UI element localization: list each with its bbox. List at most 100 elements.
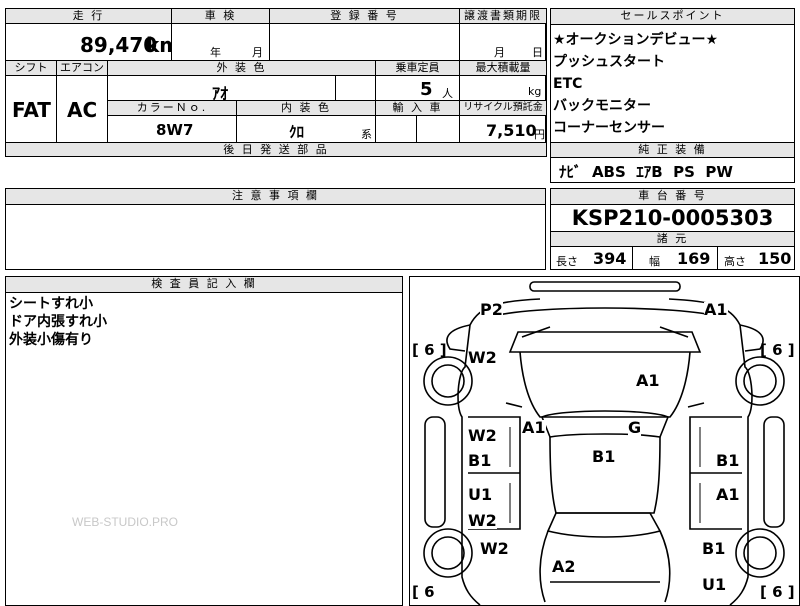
- tire-depth-left-rear: [ 6: [412, 583, 435, 601]
- sales-point-item: ETC: [553, 76, 583, 92]
- inspection-month-label: 月: [252, 46, 263, 59]
- notes-header: 注 意 事 項 欄: [6, 189, 545, 205]
- inspector-note: ドア内張すれ小: [9, 314, 107, 330]
- color-no-value: 8W7: [156, 121, 194, 139]
- exterior-color-cell: ｱｵ: [107, 75, 336, 101]
- sales-points-list: ★オークションデビュー★ プッシュスタート ETC バックモニター コーナーセン…: [553, 29, 718, 139]
- width-value: 169: [677, 249, 711, 268]
- import-cell-a: [375, 115, 417, 143]
- color-no-header: カラーＮｏ.: [107, 100, 237, 116]
- damage-mark-p2: P2: [480, 300, 503, 319]
- sales-point-item: コーナーセンサー: [553, 120, 665, 136]
- damage-mark-w2-left-rear-door: W2: [468, 511, 497, 530]
- damage-mark-u1-left-rear-door: U1: [468, 485, 493, 504]
- capacity-unit: 人: [442, 87, 453, 100]
- damage-mark-b1-roof: B1: [592, 447, 616, 466]
- exterior-color-value: ｱｵ: [212, 84, 229, 101]
- load-unit: kg: [528, 85, 542, 98]
- notes-panel: 注 意 事 項 欄: [5, 188, 546, 270]
- import-header: 輸 入 車: [375, 100, 460, 116]
- later-parts-header: 後 日 発 送 部 品: [5, 142, 547, 157]
- deadline-day-label: 日: [532, 46, 543, 59]
- color-no-cell: 8W7: [107, 115, 237, 143]
- interior-color-suffix: 系: [361, 128, 372, 141]
- tire-depth-right-front: [ 6 ]: [760, 341, 795, 359]
- shift-cell: FAT: [5, 75, 57, 143]
- recycle-unit: 円: [534, 128, 545, 141]
- damage-mark-a2-trunk: A2: [552, 557, 576, 576]
- height-label: 高さ: [724, 255, 746, 268]
- chassis-panel: 車 台 番 号 KSP210-0005303 諸 元 長さ 394 幅 169 …: [550, 188, 795, 270]
- aircon-header: エアコン: [56, 60, 108, 76]
- tire-depth-right-rear: [ 6 ]: [760, 583, 795, 601]
- deadline-month-label: 月: [494, 46, 505, 59]
- equipment-value: ﾅﾋﾞ ABS ｴｱB PS PW: [559, 163, 733, 181]
- damage-mark-w2-left-door: W2: [468, 426, 497, 445]
- transfer-deadline-cell: 月 日: [459, 23, 547, 61]
- equipment-header: 純 正 装 備: [551, 142, 794, 158]
- length-value: 394: [593, 249, 627, 268]
- interior-color-value: ｸﾛ: [289, 123, 305, 141]
- specs-length: 長さ 394: [551, 247, 633, 270]
- damage-mark-b1-right-door: B1: [716, 451, 740, 470]
- recycle-cell: 7,510 円: [459, 115, 547, 143]
- recycle-value: 7,510: [486, 121, 537, 140]
- capacity-cell: 5 人: [375, 75, 460, 101]
- inspector-note: シートすれ小: [9, 296, 93, 312]
- chassis-header: 車 台 番 号: [551, 189, 794, 205]
- inspector-panel: 検 査 員 記 入 欄 シートすれ小 ドア内張すれ小 外装小傷有り WEB-ST…: [5, 276, 403, 606]
- chassis-number: KSP210-0005303: [571, 206, 774, 230]
- max-load-cell: kg: [459, 75, 547, 101]
- width-label: 幅: [649, 255, 660, 268]
- shift-value: FAT: [12, 98, 51, 122]
- capacity-header: 乗車定員: [375, 60, 460, 76]
- exterior-color-header: 外 装 色: [107, 60, 376, 76]
- damage-mark-g-windshield: G: [628, 418, 642, 437]
- aircon-value: AC: [67, 98, 98, 122]
- inspection-cell: 年 月: [171, 23, 270, 61]
- aircon-cell: AC: [56, 75, 108, 143]
- damage-mark-b1-left-door: B1: [468, 451, 492, 470]
- interior-color-cell: ｸﾛ 系: [236, 115, 376, 143]
- inspector-notes: シートすれ小 ドア内張すれ小 外装小傷有り: [9, 295, 107, 349]
- height-value: 150: [758, 249, 792, 268]
- recycle-header: リサイクル預託金: [459, 100, 547, 116]
- damage-mark-w2-left-front: W2: [468, 348, 497, 367]
- interior-color-header: 内 装 色: [236, 100, 376, 116]
- inspection-year-label: 年: [210, 46, 221, 59]
- damage-mark-b1-right-rear-fender: B1: [702, 539, 726, 558]
- specs-height: 高さ 150: [718, 247, 794, 270]
- transfer-deadline-header: 譲渡書類期限: [459, 8, 547, 24]
- damage-mark-a1-right-rear-door: A1: [716, 485, 740, 504]
- inspection-header: 車 検: [171, 8, 270, 24]
- max-load-header: 最大積載量: [459, 60, 547, 76]
- damage-mark-a1-left-pillar: A1: [522, 418, 546, 437]
- capacity-value: 5: [420, 79, 433, 100]
- exterior-color-extra: [335, 75, 376, 101]
- vehicle-info-table: 走 行 車 検 登 録 番 号 譲渡書類期限 89,470 km 年 月 月 日…: [5, 8, 547, 157]
- inspector-header: 検 査 員 記 入 欄: [6, 277, 402, 293]
- specs-header: 諸 元: [551, 231, 794, 247]
- damage-mark-a1-front-bumper: A1: [704, 300, 728, 319]
- watermark: WEB-STUDIO.PRO: [72, 515, 179, 529]
- tire-depth-left-front: [ 6 ]: [412, 341, 447, 359]
- mileage-unit: km: [146, 33, 171, 57]
- damage-mark-u1-rear-bumper: U1: [702, 575, 727, 594]
- damage-mark-w2-left-rear-fender: W2: [480, 539, 509, 558]
- sales-points-panel: セールスポイント ★オークションデビュー★ プッシュスタート ETC バックモニ…: [550, 8, 795, 183]
- specs-width: 幅 169: [633, 247, 718, 270]
- damage-mark-a1-hood: A1: [636, 371, 660, 390]
- mileage-header: 走 行: [5, 8, 172, 24]
- length-label: 長さ: [556, 255, 578, 268]
- shift-header: シフト: [5, 60, 57, 76]
- registration-cell: [269, 23, 460, 61]
- registration-header: 登 録 番 号: [269, 8, 460, 24]
- sales-point-item: ★オークションデビュー★: [553, 32, 719, 48]
- sales-point-item: プッシュスタート: [553, 54, 665, 70]
- import-cell-b: [416, 115, 460, 143]
- inspector-note: 外装小傷有り: [9, 332, 93, 348]
- sales-point-item: バックモニター: [553, 98, 651, 114]
- sales-points-header: セールスポイント: [551, 9, 794, 25]
- damage-diagram-panel: P2 A1 W2 A1 A1 G W2 B1 B1 B1 U1 A1 W2 W2…: [409, 276, 800, 606]
- mileage-cell: 89,470 km: [5, 23, 172, 61]
